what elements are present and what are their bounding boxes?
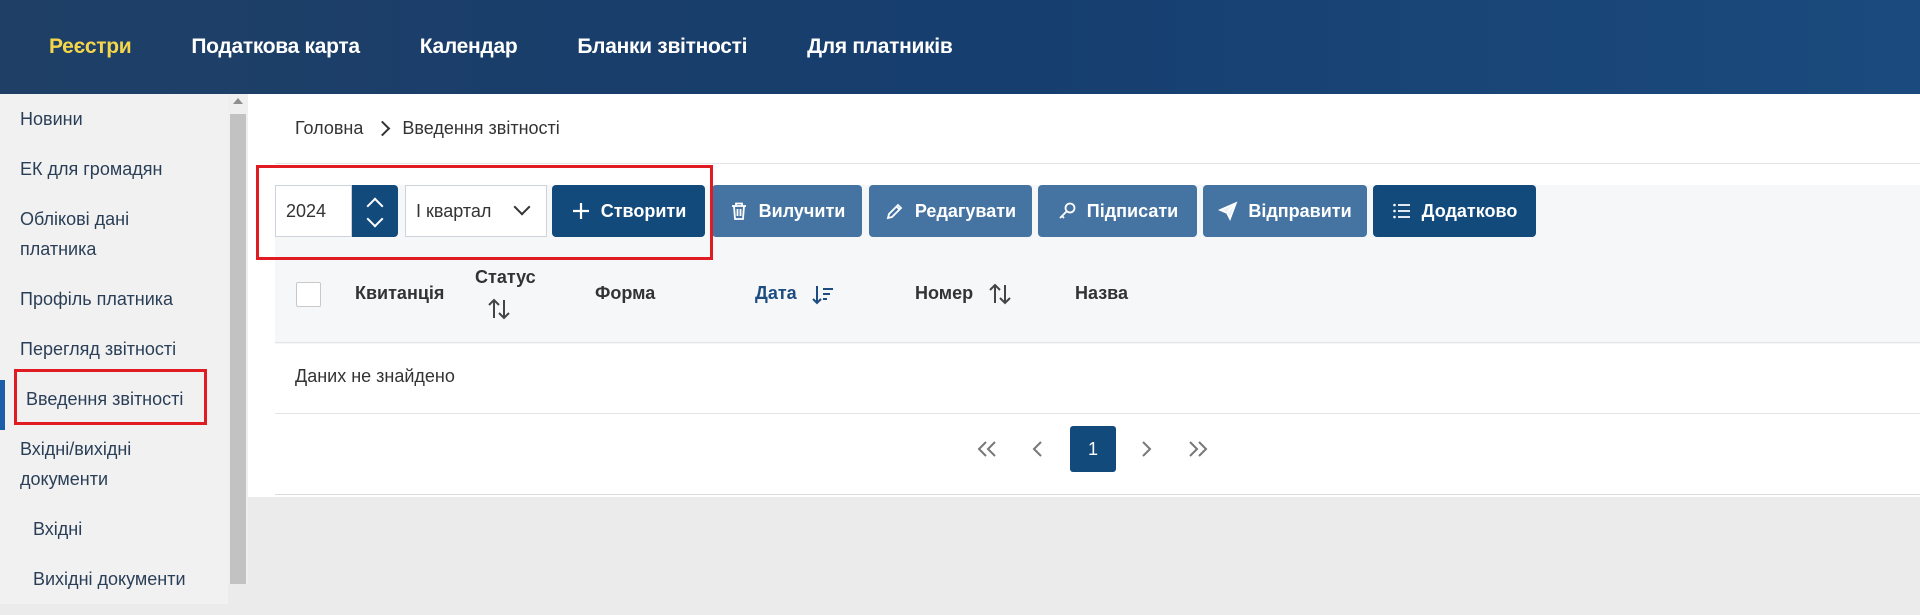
first-page-icon[interactable] <box>976 439 998 459</box>
send-button[interactable]: Відправити <box>1203 185 1367 237</box>
divider <box>275 413 1920 414</box>
column-date[interactable]: Дата <box>755 283 797 304</box>
sign-button[interactable]: Підписати <box>1038 185 1197 237</box>
column-form[interactable]: Форма <box>595 283 655 304</box>
column-receipt[interactable]: Квитанція <box>355 283 444 304</box>
trash-icon <box>731 202 746 220</box>
sign-button-label: Підписати <box>1086 200 1179 221</box>
remove-button-label: Вилучити <box>758 200 846 221</box>
sidebar-item-incoming[interactable]: Вхідні <box>33 514 223 544</box>
more-button-label: Додатково <box>1421 200 1518 221</box>
sidebar-item-outgoing-documents[interactable]: Вихідні документи <box>33 564 223 594</box>
sidebar-item-view-reports[interactable]: Перегляд звітності <box>20 334 210 364</box>
key-icon <box>1059 202 1076 219</box>
sidebar-item-ek-citizens[interactable]: ЕК для громадян <box>20 154 210 184</box>
nav-item-calendar[interactable]: Календар <box>420 35 518 59</box>
main-panel: Головна Введення звітності 2024 I кварта… <box>248 94 1920 497</box>
top-navigation: Реєстри Податкова карта Календар Бланки … <box>0 0 1920 94</box>
divider <box>275 342 1920 343</box>
scrollbar-thumb[interactable] <box>230 114 246 584</box>
more-button[interactable]: Додатково <box>1373 185 1536 237</box>
sidebar-scrollbar[interactable] <box>228 94 248 584</box>
chevron-right-icon <box>375 120 391 137</box>
nav-item-for-payers[interactable]: Для платників <box>807 35 953 59</box>
column-name[interactable]: Назва <box>1075 283 1128 304</box>
list-icon <box>1392 203 1410 219</box>
nav-item-registries[interactable]: Реєстри <box>49 35 132 59</box>
sort-descending-icon[interactable] <box>811 283 835 307</box>
edit-button[interactable]: Редагувати <box>869 185 1032 237</box>
sort-icon[interactable] <box>486 296 512 322</box>
sidebar-active-indicator <box>0 380 5 430</box>
divider <box>275 163 1920 164</box>
sidebar: Новини ЕК для громадян Облікові дані пла… <box>0 94 228 604</box>
sidebar-item-in-out-documents[interactable]: Вхідні/вихідні документи <box>20 434 210 494</box>
column-number[interactable]: Номер <box>915 283 973 304</box>
page-button-current[interactable]: 1 <box>1070 426 1116 472</box>
column-status[interactable]: Статус <box>475 267 536 288</box>
sidebar-item-payer-profile[interactable]: Профіль платника <box>20 284 210 314</box>
sidebar-item-payer-accounting-data[interactable]: Облікові дані платника <box>20 204 210 264</box>
divider <box>275 494 1920 495</box>
prev-page-icon[interactable] <box>1031 439 1045 459</box>
breadcrumb: Головна Введення звітності <box>295 118 560 139</box>
remove-button[interactable]: Вилучити <box>712 185 862 237</box>
edit-button-label: Редагувати <box>914 200 1017 221</box>
toolbar-highlight-box <box>256 165 713 260</box>
sidebar-item-news[interactable]: Новини <box>20 104 210 134</box>
empty-state-text: Даних не знайдено <box>295 366 455 386</box>
sort-icon[interactable] <box>987 281 1013 307</box>
nav-item-report-forms[interactable]: Бланки звітності <box>577 35 747 59</box>
next-page-icon[interactable] <box>1139 439 1153 459</box>
breadcrumb-current: Введення звітності <box>402 118 560 138</box>
select-all-checkbox[interactable] <box>296 282 321 307</box>
paper-plane-icon <box>1218 201 1238 221</box>
send-button-label: Відправити <box>1248 200 1352 221</box>
scroll-up-icon[interactable] <box>233 98 243 104</box>
sidebar-highlight-box <box>14 369 207 425</box>
breadcrumb-home[interactable]: Головна <box>295 118 363 139</box>
last-page-icon[interactable] <box>1187 439 1209 459</box>
nav-item-tax-map[interactable]: Податкова карта <box>191 35 360 59</box>
pencil-icon <box>886 203 903 220</box>
